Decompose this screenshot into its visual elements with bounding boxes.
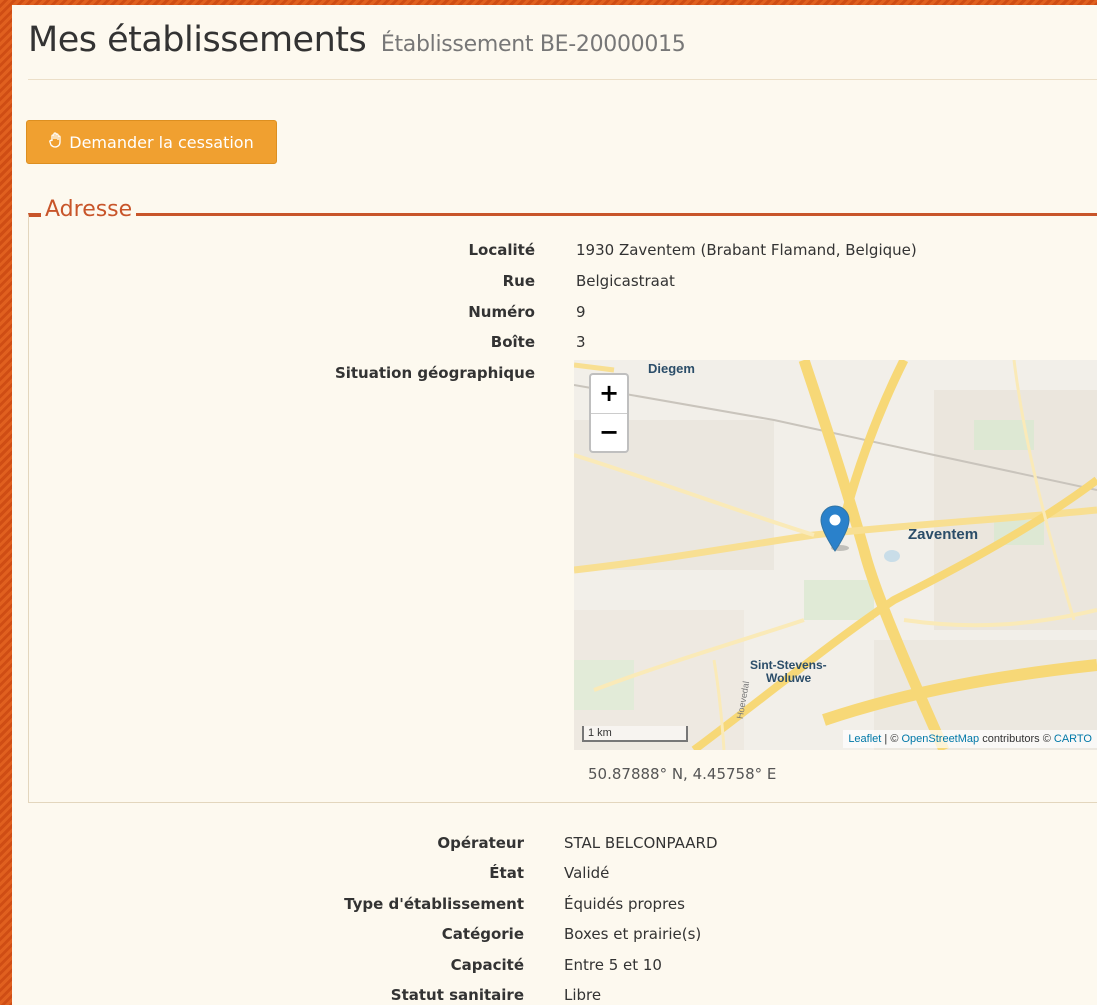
window-frame-left [0,0,12,1005]
openstreetmap-link[interactable]: OpenStreetMap [901,733,979,745]
field-label: Rue [502,272,535,290]
field-value: 9 [576,303,586,321]
carto-link[interactable]: CARTO [1054,733,1092,745]
field-label: Numéro [468,303,535,321]
field-value-locality: 1930 Zaventem (Brabant Flamand, Belgique… [576,240,917,260]
map-tiles [574,360,1097,750]
page-title: Mes établissements Établissement BE-2000… [28,15,1097,70]
request-cessation-label: Demander la cessation [69,132,254,152]
page-title-text: Mes établissements [28,20,367,60]
detail-value: Équidés propres [564,895,685,913]
hand-icon [49,132,63,152]
field-label: Situation géographique [334,364,535,382]
field-value-number: 9 [576,302,586,322]
page-subtitle: Établissement BE-20000015 [380,32,686,57]
detail-value-health-status: Libre [564,985,601,1005]
request-cessation-button[interactable]: Demander la cessation [26,120,277,164]
map-zoom-control: + − [589,373,629,453]
coordinates-text: 50.87888° N, 4.45758° E [588,765,777,783]
field-value-box: 3 [576,332,586,352]
map-label-sint-stevens: Sint-Stevens- [750,658,827,672]
detail-value-category: Boxes et prairie(s) [564,924,701,944]
map-label-zaventem: Zaventem [908,526,979,543]
detail-value-type: Équidés propres [564,894,685,914]
detail-value-operator: STAL BELCONPAARD [564,833,718,853]
detail-value: Libre [564,986,602,1004]
field-value: 3 [576,333,586,351]
map-label-woluwe: Woluwe [766,671,812,685]
leaflet-link[interactable]: Leaflet [848,733,881,745]
field-value: 1930 Zaventem (Brabant Flamand, Belgique… [576,241,917,259]
detail-value: STAL BELCONPAARD [564,834,718,852]
detail-value: Boxes et prairie(s) [564,925,702,943]
detail-label: Type d'établissement [344,895,524,913]
detail-label: Statut sanitaire [390,986,524,1004]
detail-value: Entre 5 et 10 [564,956,662,974]
address-legend: Adresse [41,195,137,225]
zoom-out-button[interactable]: − [591,414,627,452]
map-attribution: Leaflet | © OpenStreetMap contributors ©… [843,730,1097,748]
detail-label: Opérateur [437,834,524,852]
detail-label: Catégorie [441,925,524,943]
field-value-street: Belgicastraat [576,271,675,291]
detail-label: État [489,864,524,882]
attribution-contributors: contributors © [979,733,1054,745]
detail-value: Validé [564,864,610,882]
field-label: Boîte [490,333,535,351]
field-value: Belgicastraat [576,272,675,290]
zoom-in-button[interactable]: + [591,375,627,414]
detail-label: Capacité [450,956,524,974]
attribution-separator: | © [881,733,902,745]
field-label: Localité [468,241,535,259]
content-panel: Mes établissements Établissement BE-2000… [12,5,1097,1005]
detail-value-capacity: Entre 5 et 10 [564,955,662,975]
map-scale-bar: 1 km [582,726,688,742]
page-header: Mes établissements Établissement BE-2000… [28,15,1097,80]
location-map[interactable]: Diegem Zaventem Sint-Stevens- Woluwe Hoe… [574,360,1097,750]
detail-value-state: Validé [564,863,609,883]
map-label-diegem: Diegem [648,361,695,376]
